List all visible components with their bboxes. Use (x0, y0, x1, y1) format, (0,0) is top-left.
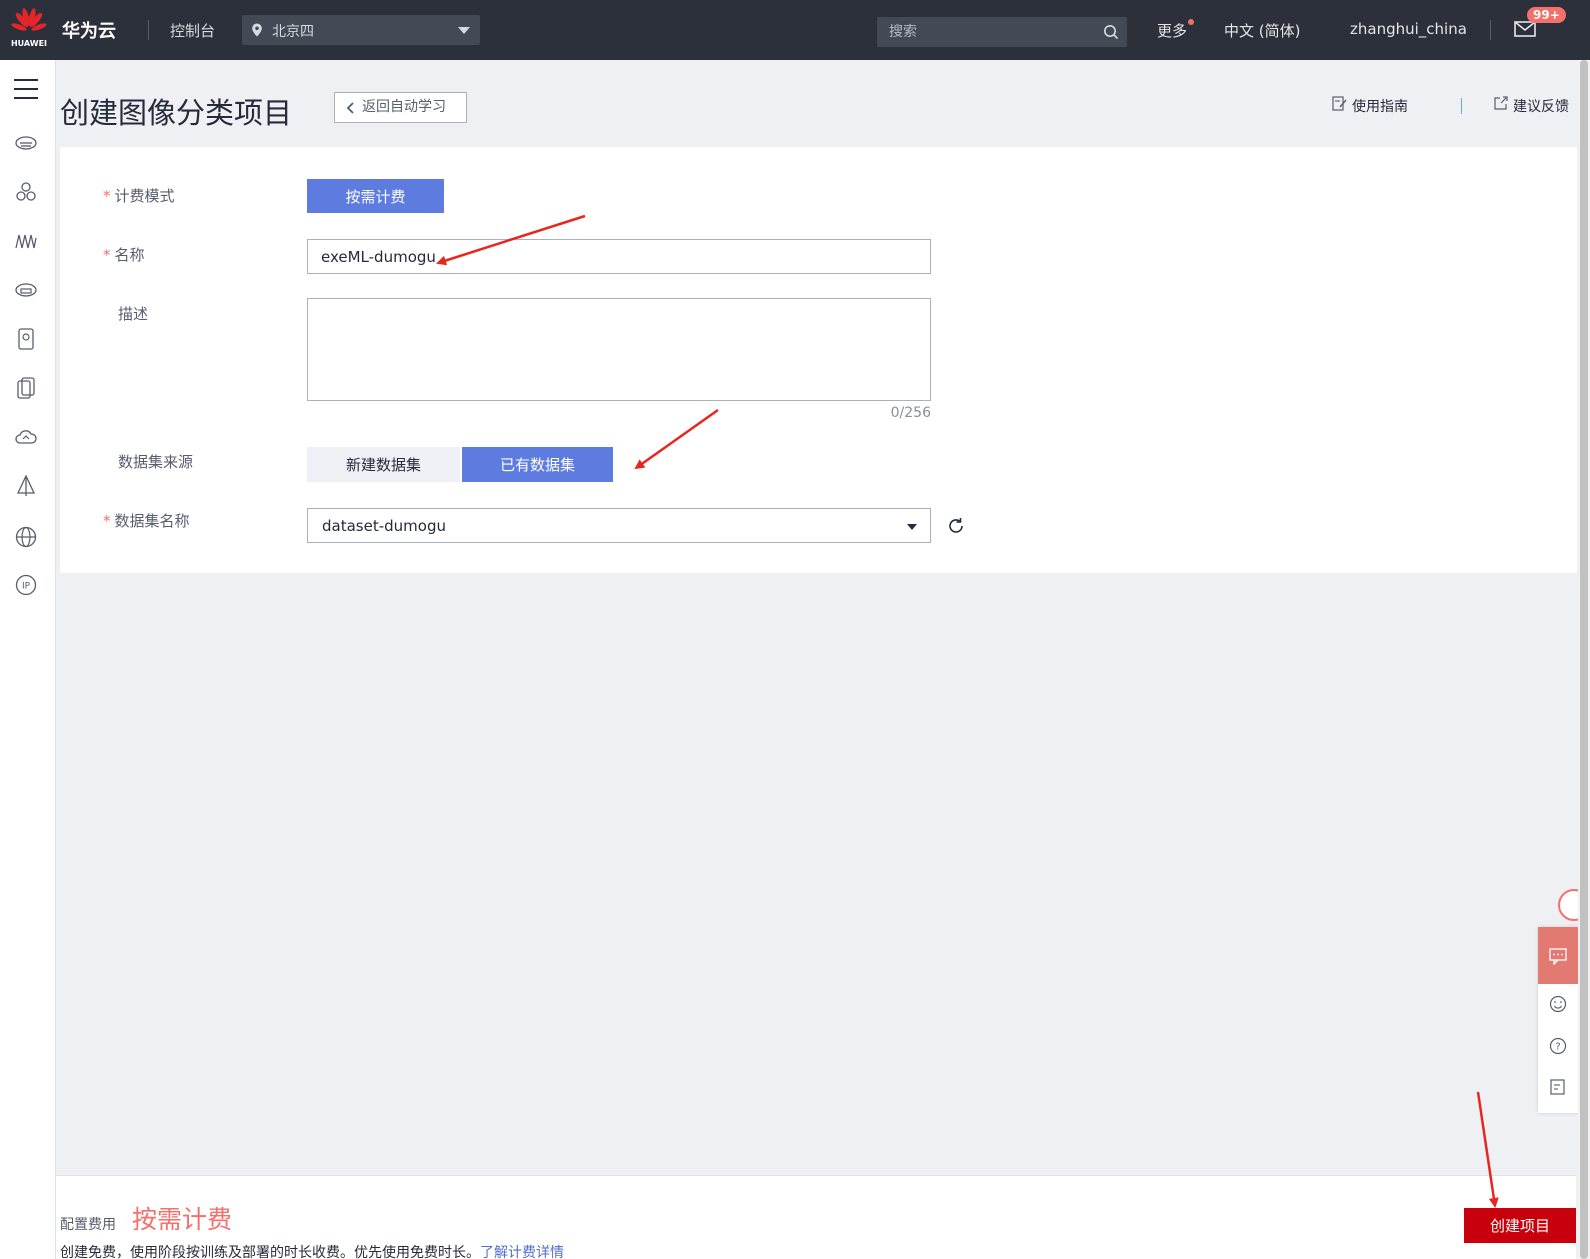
bottom-action-bar: 配置费用 按需计费 创建免费，使用阶段按训练及部署的时长收费。优先使用免费时长。… (56, 1175, 1576, 1259)
chevron-down-icon (907, 524, 917, 530)
svg-text:IP: IP (22, 582, 31, 592)
pyramid-icon[interactable] (15, 475, 37, 497)
back-button-label: 返回自动学习 (362, 99, 446, 115)
description-label: 描述 (118, 305, 149, 323)
config-fee-label: 配置费用 (60, 1217, 116, 1233)
topbar-divider (1490, 20, 1491, 40)
top-navigation-bar: HUAWEI 华为云 控制台 北京四 更多 中文 (简体) zhanghui_c… (0, 0, 1590, 60)
huawei-logo[interactable]: HUAWEI (10, 8, 48, 52)
chat-icon (1549, 948, 1567, 965)
chevron-down-icon (458, 27, 470, 34)
chat-button[interactable] (1538, 927, 1578, 984)
back-to-automl-button[interactable]: 返回自动学习 (334, 92, 467, 123)
service-sidebar: IP (0, 60, 56, 1259)
user-guide-link[interactable]: 使用指南 (1332, 96, 1408, 116)
cloud-disk-icon[interactable] (15, 279, 37, 301)
username-menu[interactable]: zhanghui_china (1350, 20, 1467, 38)
refresh-icon[interactable] (947, 517, 965, 535)
name-label-text: 名称 (114, 246, 145, 264)
required-asterisk: * (103, 512, 111, 530)
external-link-icon (1494, 96, 1508, 110)
notification-dot (1188, 19, 1195, 25)
message-count-badge: 99+ (1527, 7, 1566, 23)
cloud-icon[interactable] (15, 426, 37, 448)
new-dataset-option[interactable]: 新建数据集 (307, 447, 460, 482)
create-project-form: *计费模式 按需计费 *名称 描述 0/256 数据集来源 新建数据集 已有数据… (60, 147, 1577, 573)
scrollbar-thumb[interactable] (1580, 60, 1588, 1259)
topbar-divider (148, 20, 149, 40)
header-divider (1461, 98, 1462, 114)
smile-icon[interactable] (1549, 995, 1567, 1013)
storage-icon[interactable] (15, 328, 37, 350)
location-pin-icon (252, 23, 262, 37)
billing-mode-text: 计费模式 (114, 187, 175, 205)
ip-icon[interactable]: IP (15, 574, 37, 596)
global-search (877, 17, 1127, 47)
chevron-left-icon (346, 102, 354, 114)
floating-tools-panel: ? (1538, 927, 1578, 1113)
menu-icon[interactable] (14, 78, 38, 100)
feedback-link[interactable]: 建议反馈 (1494, 96, 1569, 116)
create-project-button[interactable]: 创建项目 (1464, 1208, 1576, 1243)
help-icon[interactable]: ? (1549, 1037, 1567, 1055)
console-link[interactable]: 控制台 (170, 20, 215, 41)
search-input[interactable] (877, 17, 1092, 47)
feedback-form-icon[interactable] (1549, 1078, 1567, 1096)
required-asterisk: * (103, 246, 111, 264)
dataset-name-label: * 数据集名称 (103, 510, 190, 531)
logo-text: HUAWEI (10, 39, 48, 48)
billing-details-link[interactable]: 了解计费详情 (480, 1245, 564, 1259)
existing-dataset-option[interactable]: 已有数据集 (462, 447, 613, 482)
edit-document-icon (1332, 96, 1347, 111)
config-fee-value: 按需计费 (132, 1205, 233, 1234)
dataset-selected-value: dataset-dumogu (322, 517, 446, 535)
description-textarea[interactable] (307, 298, 931, 401)
description-char-counter: 0/256 (890, 405, 931, 421)
svg-text:?: ? (1555, 1042, 1560, 1053)
name-label: * 名称 (103, 244, 145, 265)
more-label: 更多 (1157, 22, 1188, 40)
dataset-source-label: 数据集来源 (118, 453, 194, 471)
huawei-flower-icon (11, 8, 47, 31)
required-asterisk: * (103, 187, 111, 205)
page-title: 创建图像分类项目 (60, 96, 293, 130)
user-guide-label: 使用指南 (1352, 99, 1408, 115)
region-selector[interactable]: 北京四 (242, 15, 480, 45)
cluster-icon[interactable] (15, 181, 37, 203)
project-name-input[interactable] (307, 239, 931, 274)
language-selector[interactable]: 中文 (简体) (1224, 20, 1300, 41)
billing-mode-label: * 计费模式 (103, 185, 175, 206)
region-name: 北京四 (272, 24, 314, 40)
dataset-name-label-text: 数据集名称 (114, 512, 190, 530)
backup-icon[interactable] (15, 377, 37, 399)
feedback-label: 建议反馈 (1513, 99, 1569, 115)
dataset-name-select[interactable]: dataset-dumogu (307, 508, 931, 543)
globe-icon[interactable] (15, 526, 37, 548)
brand-name[interactable]: 华为云 (62, 17, 116, 43)
more-menu[interactable]: 更多 (1157, 19, 1195, 41)
vertical-scrollbar[interactable] (1578, 60, 1590, 1259)
cloud-server-icon[interactable] (15, 132, 37, 154)
waveform-icon[interactable] (15, 230, 37, 252)
billing-note: 创建免费，使用阶段按训练及部署的时长收费。优先使用免费时长。了解计费详情 (60, 1242, 564, 1259)
billing-on-demand-button[interactable]: 按需计费 (307, 179, 444, 213)
billing-note-text: 创建免费，使用阶段按训练及部署的时长收费。优先使用免费时长。 (60, 1245, 480, 1259)
search-icon[interactable] (1103, 24, 1119, 40)
